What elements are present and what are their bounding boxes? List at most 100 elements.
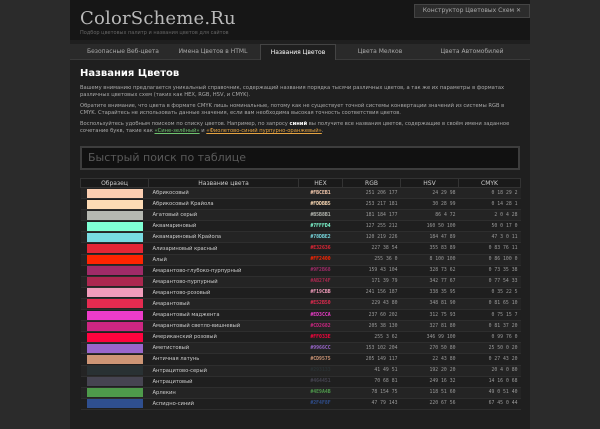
nav-item-color-names[interactable]: Названия Цветов (260, 44, 336, 60)
header-rgb[interactable]: RGB (342, 178, 401, 188)
cmyk-c: 47 (491, 234, 498, 240)
table-row[interactable]: Арлекин #4E9A4B 78 154 75 118 51 60 49 0 51 … (80, 387, 521, 399)
color-name: Абрикосовый Крайола (148, 198, 299, 211)
page-wrapper: ColorScheme.Ru Подбор цветовых палитр и … (70, 0, 530, 429)
table-row[interactable]: Амарантово-глубоко-пурпурный #9F2B68 159 4… (80, 265, 521, 277)
nav-item-web-safe-colors[interactable]: Безопасные Веб-цвета (80, 44, 166, 60)
site-logo[interactable]: ColorScheme.Ru (80, 8, 236, 29)
color-hsv: 8 100 100 (400, 254, 459, 266)
color-cmyk: 0 99 76 0 (458, 331, 521, 344)
color-swatch-cell (80, 265, 149, 277)
example-link-violet-blue[interactable]: «Фиолетово-синий пурпурно-оранжевый» (206, 128, 322, 134)
hsv-h: 328 (429, 268, 439, 274)
table-row[interactable]: Аметистовый #9966CC 153 102 204 270 50 80 25… (80, 342, 521, 355)
main-nav: Безопасные Веб-цвета Имена Цветов в HTML… (70, 44, 530, 60)
color-swatch-cell (80, 287, 149, 299)
table-search-input[interactable]: Быстрый поиск по таблице (80, 146, 520, 170)
color-name: Амарантовый маджента (148, 309, 299, 322)
color-swatch-cell (80, 298, 149, 311)
cmyk-m: 86 (494, 257, 501, 263)
table-row[interactable]: Американский розовый #FF033E 255 3 62 346 9… (80, 331, 521, 344)
color-hsv: 86 4 72 (400, 209, 459, 222)
color-swatch (86, 232, 143, 242)
rgb-r: 227 (371, 246, 381, 252)
hint-text: . (321, 128, 324, 134)
header-hsv[interactable]: HSV (400, 178, 459, 188)
color-hex: #9966CC (298, 342, 343, 355)
rgb-g: 255 (377, 223, 386, 229)
hsv-v: 93 (449, 312, 456, 318)
cmyk-m: 16 (497, 379, 504, 385)
header-name[interactable]: Название цвета (148, 178, 299, 188)
rgb-b: 177 (388, 190, 398, 196)
color-rgb: 205 149 117 (342, 353, 401, 366)
table-row[interactable]: Алый #FF2400 255 36 08 100 100 0 86 100 0 (80, 254, 521, 266)
table-row[interactable]: Амарантовый маджента #ED3CCA 237 60 202 312… (80, 309, 521, 322)
cmyk-m: 83 (494, 246, 501, 252)
header-hex[interactable]: HEX (298, 178, 343, 188)
rgb-b: 177 (388, 212, 398, 218)
rgb-g: 184 (377, 212, 386, 218)
nav-item-car-colors[interactable]: Цвета Автомобилей (422, 44, 522, 60)
rgb-g: 60 (380, 312, 386, 318)
color-hsv: 24 29 98 (400, 187, 459, 200)
hsv-s: 99 (438, 334, 444, 340)
cmyk-c: 0 (488, 301, 492, 307)
hsv-h: 22 (432, 356, 439, 362)
color-rgb: 47 79 143 (342, 398, 401, 410)
color-scheme-builder-link[interactable]: Конструктор Цветовых Схем ✕ (413, 4, 530, 18)
table-row[interactable]: Ализариновый красный #E32636 227 38 54 355 … (80, 242, 521, 255)
rgb-r: 127 (365, 223, 375, 229)
table-row[interactable]: Амарантово-розовый #F19CBB 241 156 187 338 … (80, 287, 521, 299)
table-row[interactable]: Амарантово-пурпурный #AB274F 171 39 79 342 … (80, 276, 521, 288)
rgb-b: 204 (388, 345, 398, 351)
hsv-v: 89 (449, 246, 456, 252)
color-hex: #78DBE2 (298, 231, 343, 244)
table-row[interactable]: Абрикосовый #FBCEB1 251 206 177 24 29 98 0 1… (80, 187, 521, 200)
example-link-blue-green[interactable]: «Сине-зелёный» (154, 128, 199, 134)
color-hex: #FF033E (298, 331, 343, 344)
table-row[interactable]: Античная латунь #CD9575 205 149 117 22 43 8… (80, 353, 521, 366)
rgb-b: 54 (391, 246, 398, 252)
hsv-h: 346 (426, 334, 436, 340)
hsv-h: 30 (432, 201, 439, 207)
table-row[interactable]: Антрацитово-серый #293133 41 49 51 192 20 2… (80, 365, 521, 377)
cmyk-c: 0 (488, 246, 492, 252)
table-row[interactable]: Абрикосовый Крайола #FDDBB5 253 217 181 30 … (80, 198, 521, 211)
hsv-v: 89 (449, 234, 456, 240)
color-hsv: 118 51 60 (400, 387, 459, 399)
hsv-h: 355 (429, 246, 439, 252)
hsv-v: 95 (449, 290, 456, 296)
hsv-v: 67 (449, 279, 456, 285)
header-swatch[interactable]: Образец (80, 178, 149, 188)
cmyk-y: 54 (503, 279, 509, 285)
color-name: Аквамариновый Крайола (148, 231, 299, 244)
table-row[interactable]: Аквамариновый #7FFFD4 127 255 212 160 50 10… (80, 220, 521, 233)
rgb-b: 62 (391, 334, 398, 340)
color-hsv: 249 16 32 (400, 376, 459, 388)
table-row[interactable]: Аспидно-синий #2F4F8F 47 79 143 220 67 56 67… (80, 398, 521, 410)
cmyk-y: 100 (503, 257, 512, 263)
table-row[interactable]: Антрацитовый #464451 70 68 81 249 16 32 14 1… (80, 376, 521, 388)
color-name: Аспидно-синий (148, 398, 299, 410)
cmyk-k: 0 (514, 334, 518, 340)
cmyk-c: 0 (488, 323, 492, 329)
header-cmyk[interactable]: CMYK (458, 178, 521, 188)
hsv-s: 4 (443, 212, 447, 218)
hsv-h: 249 (429, 379, 439, 385)
cmyk-y: 29 (505, 190, 512, 196)
table-row[interactable]: Амарантовый #E52B50 229 43 80 348 81 90 0 81… (80, 298, 521, 311)
cmyk-c: 0 (488, 268, 492, 274)
color-cmyk: 0 73 35 38 (458, 265, 521, 277)
nav-item-crayon-colors[interactable]: Цвета Мелков (342, 44, 418, 60)
cmyk-y: 17 (505, 223, 512, 229)
rgb-b: 212 (388, 223, 398, 229)
table-row[interactable]: Амарантовый светло-вишневый #CD2682 205 38… (80, 320, 521, 333)
table-row[interactable]: Агатовый серый #B5B8B1 181 184 177 86 4 72 2… (80, 209, 521, 222)
color-hex: #CD2682 (298, 320, 343, 333)
nav-item-html-color-names[interactable]: Имена Цветов в HTML (170, 44, 256, 60)
rgb-r: 251 (365, 190, 375, 196)
cmyk-y: 51 (503, 390, 509, 396)
table-row[interactable]: Аквамариновый Крайола #78DBE2 120 219 226 1… (80, 231, 521, 244)
table-body: Абрикосовый #FBCEB1 251 206 177 24 29 98 0 1… (80, 187, 521, 410)
